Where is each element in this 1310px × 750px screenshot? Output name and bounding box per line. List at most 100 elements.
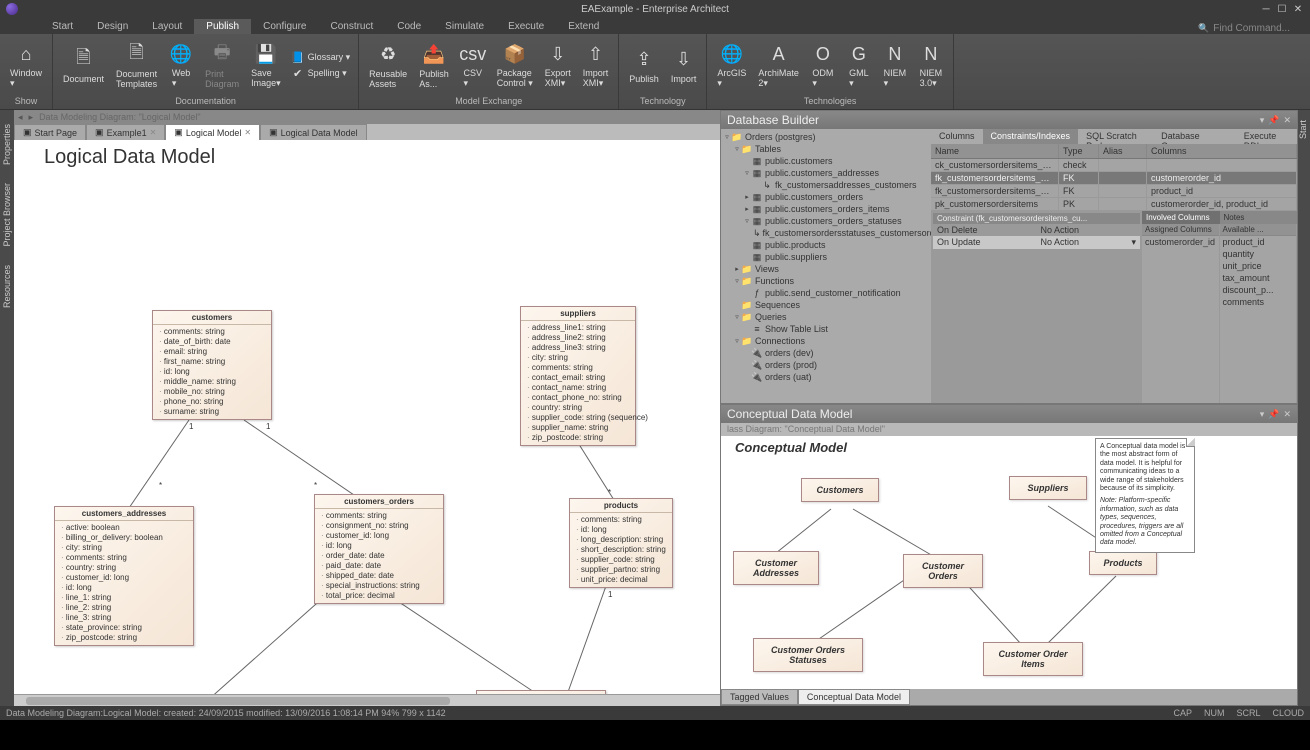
tree-node[interactable]: ↳fk_customersaddresses_customers <box>723 179 929 191</box>
minimize-button[interactable]: ─ <box>1260 4 1272 14</box>
tree-node[interactable]: ▿📁Functions <box>723 275 929 287</box>
tree-node[interactable]: 🔌orders (uat) <box>723 371 929 383</box>
expand-icon[interactable]: ▿ <box>733 337 741 345</box>
menu-tab-design[interactable]: Design <box>85 19 140 34</box>
panel-menu-icon[interactable]: ▾ <box>1260 409 1265 420</box>
tree-node[interactable]: ƒpublic.send_customer_notification <box>723 287 929 299</box>
menu-tab-construct[interactable]: Construct <box>318 19 385 34</box>
expand-icon[interactable]: ▸ <box>733 265 741 273</box>
tree-node[interactable]: 🔌orders (prod) <box>723 359 929 371</box>
ribbon-reusable[interactable]: ♻ReusableAssets <box>363 36 413 95</box>
ribbon-document[interactable]: 🗎Document <box>57 36 110 95</box>
ribbon-publish[interactable]: ⇪Publish <box>623 36 665 95</box>
bottom-tab-conceptual-data-model[interactable]: Conceptual Data Model <box>798 689 910 705</box>
inv-tab-involved-columns[interactable]: Involved Columns <box>1142 211 1220 224</box>
detail-tab-constraints-indexes[interactable]: Constraints/Indexes <box>983 129 1079 144</box>
ribbon-publish[interactable]: 📤PublishAs... <box>413 36 455 95</box>
ribbon-export[interactable]: ⇩ExportXMI▾ <box>539 36 577 95</box>
ribbon-gml[interactable]: GGML▾ <box>841 36 877 95</box>
expand-icon[interactable]: ▿ <box>733 313 741 321</box>
concept-suppliers[interactable]: Suppliers <box>1009 476 1087 500</box>
tree-node[interactable]: ▸▦public.customers_orders_items <box>723 203 929 215</box>
tree-node[interactable]: ≡Show Table List <box>723 323 929 335</box>
dock-tab-resources[interactable]: Resources <box>2 261 12 312</box>
entity-suppliers[interactable]: suppliersaddress_line1: stringaddress_li… <box>520 306 636 446</box>
start-tab[interactable]: Start <box>1298 116 1308 143</box>
expand-icon[interactable]: ▸ <box>743 193 751 201</box>
constraint-row[interactable]: ck_customersordersitems_discountcheck <box>931 159 1297 172</box>
concept-products[interactable]: Products <box>1089 551 1157 575</box>
tree-node[interactable]: ▿📁Connections <box>723 335 929 347</box>
concept-items[interactable]: Customer Order Items <box>983 642 1083 676</box>
expand-icon[interactable]: ▿ <box>743 169 751 177</box>
tree-node[interactable]: ↳fk_customersordersstatuses_customersord… <box>723 227 929 239</box>
tree-node[interactable]: ▸📁Views <box>723 263 929 275</box>
dock-tab-properties[interactable]: Properties <box>2 120 12 169</box>
ribbon-niem[interactable]: NNIEM3.0▾ <box>913 36 949 95</box>
ribbon-package[interactable]: 📦PackageControl ▾ <box>491 36 539 95</box>
tree-node[interactable]: ▿📁Tables <box>723 143 929 155</box>
panel-pin-icon[interactable]: 📌 <box>1268 115 1279 126</box>
detail-tab-sql-scratch-pad[interactable]: SQL Scratch Pad <box>1078 129 1153 144</box>
concept-orders[interactable]: Customer Orders <box>903 554 983 588</box>
constraints-grid[interactable]: Name Type Alias Columns ck_customersorde… <box>931 144 1297 211</box>
constraint-prop[interactable]: On UpdateNo Action ▾ <box>933 236 1140 249</box>
ribbon-document[interactable]: 🗎DocumentTemplates <box>110 36 163 95</box>
tree-node[interactable]: ▿📁Orders (postgres) <box>723 131 929 143</box>
constraint-prop[interactable]: On DeleteNo Action <box>933 224 1140 236</box>
menu-tab-simulate[interactable]: Simulate <box>433 19 496 34</box>
dock-tab-project-browser[interactable]: Project Browser <box>2 179 12 251</box>
doc-tab-example1[interactable]: ▣Example1✕ <box>86 124 165 140</box>
expand-icon[interactable]: ▸ <box>743 205 751 213</box>
ribbon-spelling-[interactable]: ✔Spelling ▾ <box>287 66 355 82</box>
panel-close-icon[interactable]: ✕ <box>1283 115 1291 126</box>
tree-node[interactable]: 📁Sequences <box>723 299 929 311</box>
panel-close-icon[interactable]: ✕ <box>1283 409 1291 420</box>
tree-node[interactable]: ▦public.customers <box>723 155 929 167</box>
tree-node[interactable]: ▿📁Queries <box>723 311 929 323</box>
expand-icon[interactable]: ▿ <box>733 277 741 285</box>
tree-node[interactable]: ▸▦public.customers_orders <box>723 191 929 203</box>
maximize-button[interactable]: ☐ <box>1276 4 1288 14</box>
ribbon-odm[interactable]: OODM▾ <box>805 36 841 95</box>
entity-products[interactable]: productscomments: stringid: longlong_des… <box>569 498 673 588</box>
entity-customers_orders[interactable]: customers_orderscomments: stringconsignm… <box>314 494 444 604</box>
panel-menu-icon[interactable]: ▾ <box>1260 115 1265 126</box>
db-tree[interactable]: ▿📁Orders (postgres)▿📁Tables▦public.custo… <box>721 129 931 403</box>
tree-node[interactable]: ▦public.suppliers <box>723 251 929 263</box>
menu-tab-code[interactable]: Code <box>385 19 433 34</box>
expand-icon[interactable]: ▿ <box>743 217 751 225</box>
detail-tab-database-compare[interactable]: Database Compare <box>1153 129 1236 144</box>
concept-addresses[interactable]: Customer Addresses <box>733 551 819 585</box>
ribbon-csv[interactable]: csvCSV▾ <box>455 36 491 95</box>
nav-fwd-icon[interactable]: ▸ <box>29 112 34 123</box>
bottom-tab-tagged-values[interactable]: Tagged Values <box>721 689 798 705</box>
menu-tab-publish[interactable]: Publish <box>194 19 251 34</box>
h-scrollbar[interactable] <box>14 694 720 706</box>
detail-tab-execute-ddl[interactable]: Execute DDL <box>1236 129 1297 144</box>
menu-tab-layout[interactable]: Layout <box>140 19 194 34</box>
available-col[interactable]: discount_p... <box>1220 284 1297 296</box>
menu-tab-extend[interactable]: Extend <box>556 19 611 34</box>
available-col[interactable]: product_id <box>1220 236 1297 248</box>
menu-tab-execute[interactable]: Execute <box>496 19 556 34</box>
close-tab-icon[interactable]: ✕ <box>244 128 251 137</box>
ribbon-window[interactable]: ⌂Window▾ <box>4 36 48 95</box>
available-col[interactable]: comments <box>1220 296 1297 308</box>
available-col[interactable]: unit_price <box>1220 260 1297 272</box>
expand-icon[interactable]: ▿ <box>733 145 741 153</box>
ribbon-glossary-[interactable]: 📘Glossary ▾ <box>287 50 355 66</box>
conceptual-canvas[interactable]: Conceptual Model Customers Suppliers Cus… <box>721 436 1297 689</box>
ribbon-web[interactable]: 🌐Web▾ <box>163 36 199 95</box>
ribbon-import[interactable]: ⇩Import <box>665 36 703 95</box>
tree-node[interactable]: ▿▦public.customers_addresses <box>723 167 929 179</box>
doc-tab-logical-model[interactable]: ▣Logical Model✕ <box>165 124 260 140</box>
assigned-col[interactable]: customerorder_id <box>1142 236 1219 248</box>
constraint-row[interactable]: fk_customersordersitems_custome...FKcust… <box>931 172 1297 185</box>
concept-statuses[interactable]: Customer Orders Statuses <box>753 638 863 672</box>
menu-tab-start[interactable]: Start <box>40 19 85 34</box>
close-button[interactable]: ✕ <box>1292 4 1304 14</box>
ribbon-save[interactable]: 💾SaveImage▾ <box>245 36 287 95</box>
nav-back-icon[interactable]: ◂ <box>18 112 23 123</box>
available-col[interactable]: quantity <box>1220 248 1297 260</box>
